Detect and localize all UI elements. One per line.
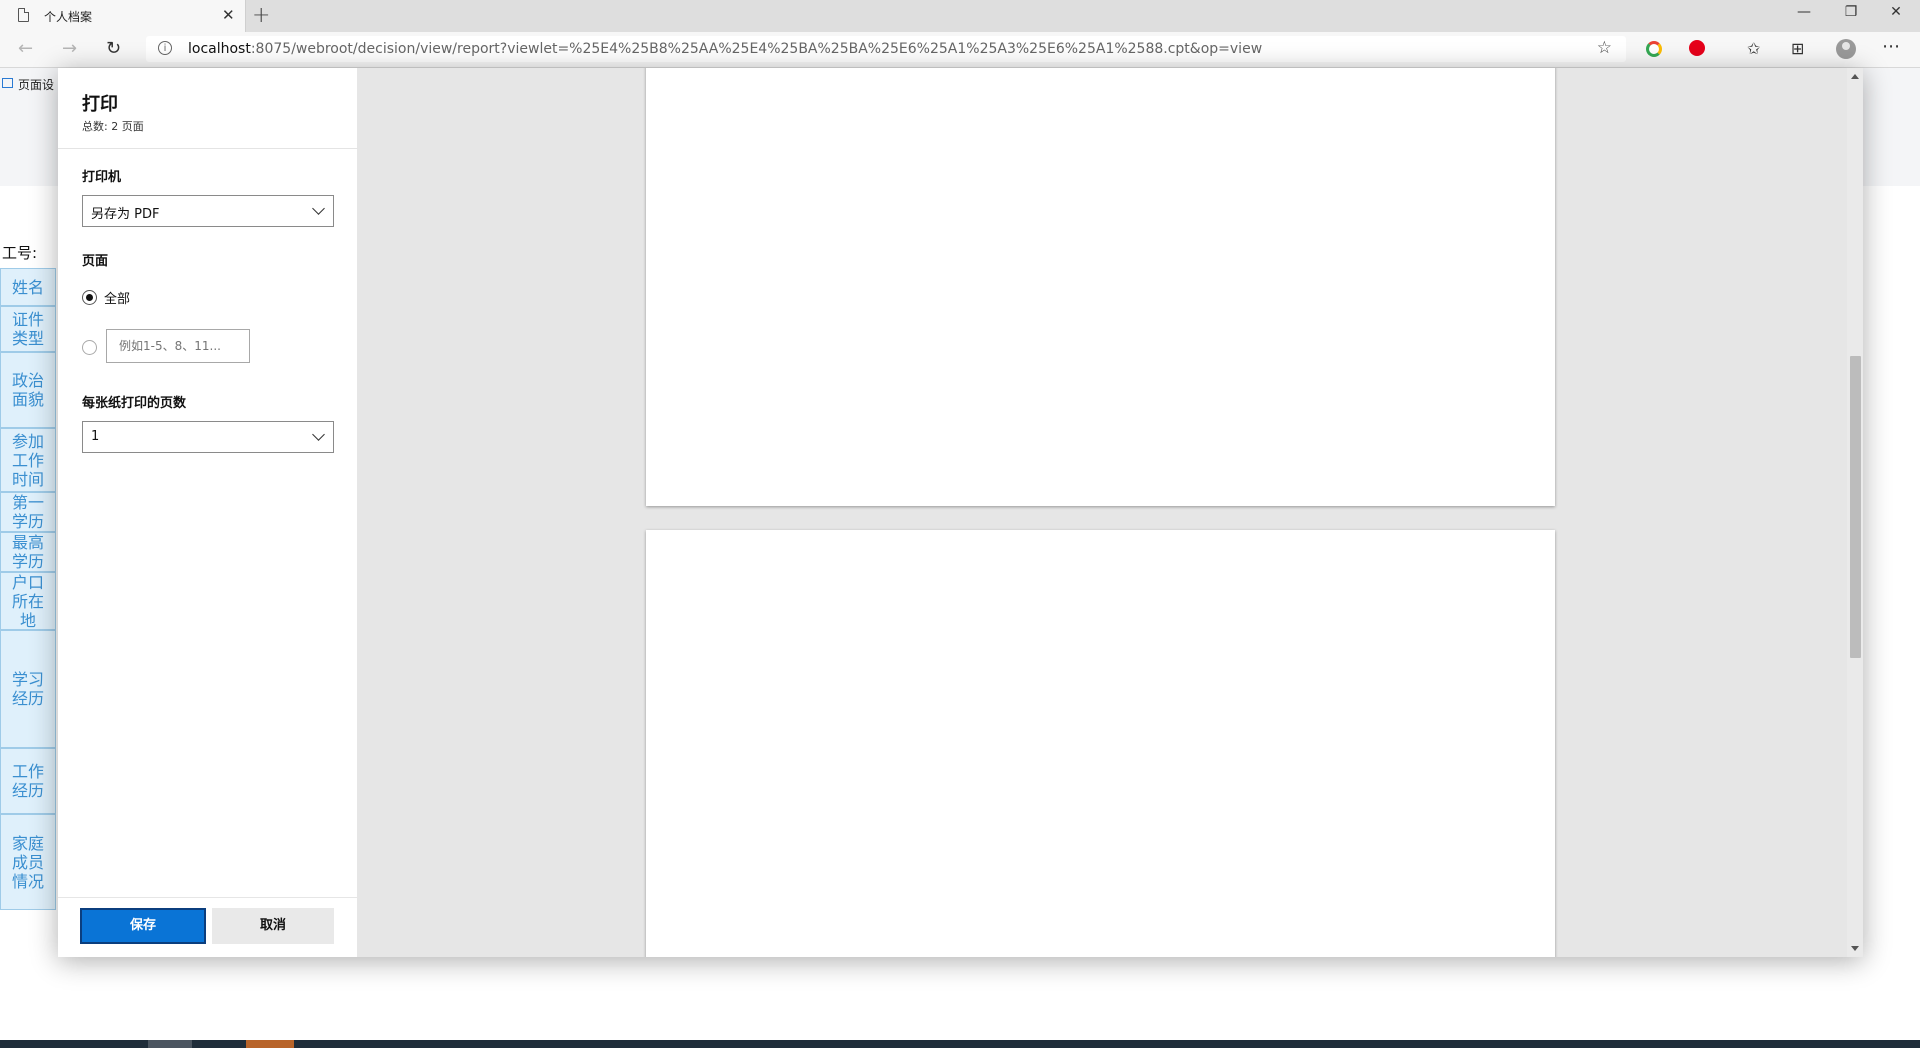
field-label-work-history: 工作经历 — [0, 748, 56, 814]
scroll-up-icon[interactable] — [1851, 74, 1859, 79]
save-button[interactable]: 保存 — [80, 908, 206, 944]
taskbar-item[interactable] — [148, 1040, 192, 1048]
field-label-household-location: 户口所在地 — [0, 572, 56, 630]
print-dialog: 打印 总数: 2 页面 打印机 另存为 PDF 页面 全部 每张纸打印的页数 1… — [58, 68, 1863, 957]
adblock-extension-icon[interactable] — [1689, 40, 1705, 56]
scroll-down-icon[interactable] — [1851, 946, 1859, 951]
chevron-down-icon — [312, 428, 325, 441]
minimize-icon[interactable]: — — [1784, 4, 1824, 20]
field-label-name: 姓名 — [0, 268, 56, 306]
favorites-list-icon[interactable]: ✩ — [1747, 39, 1760, 58]
scrollbar-thumb[interactable] — [1850, 356, 1861, 658]
pages-per-sheet-select[interactable]: 1 — [82, 421, 334, 453]
pages-per-sheet-label: 每张纸打印的页数 — [82, 396, 187, 411]
work-number-label: 工号: — [2, 244, 38, 262]
pages-all-label[interactable]: 全部 — [104, 288, 130, 307]
info-icon[interactable]: i — [158, 41, 172, 55]
field-label-highest-education: 最高学历 — [0, 532, 56, 572]
pages-label: 页面 — [82, 254, 109, 269]
page-setup-label[interactable]: 页面设 — [18, 76, 54, 93]
url-path: :8075/webroot/decision/view/report?viewl… — [250, 41, 1263, 57]
preview-page-2 — [646, 530, 1555, 957]
chevron-down-icon — [312, 202, 325, 215]
more-menu-icon[interactable]: ⋯ — [1882, 36, 1900, 57]
profile-avatar[interactable] — [1836, 39, 1856, 59]
print-title: 打印 — [82, 94, 118, 115]
printer-value: 另存为 PDF — [91, 207, 160, 222]
taskbar-item[interactable] — [246, 1040, 294, 1048]
collections-icon[interactable]: ⊞ — [1791, 39, 1804, 58]
window-close-icon[interactable]: ✕ — [1876, 4, 1916, 20]
restore-icon[interactable]: ❐ — [1831, 4, 1871, 20]
forward-icon[interactable]: → — [62, 38, 77, 59]
page-icon — [18, 8, 29, 22]
preview-page-1 — [646, 68, 1555, 506]
printer-select[interactable]: 另存为 PDF — [82, 195, 334, 227]
field-label-first-education: 第一学历 — [0, 492, 56, 532]
pages-range-radio[interactable] — [82, 340, 97, 355]
preview-scrollbar[interactable] — [1847, 68, 1863, 957]
field-label-id-type: 证件类型 — [0, 306, 56, 352]
field-label-political-status: 政治面貌 — [0, 352, 56, 428]
printer-label: 打印机 — [82, 170, 122, 185]
tab-title: 个人档案 — [44, 10, 93, 24]
chrome-extension-icon[interactable] — [1646, 41, 1662, 57]
field-label-work-start-date: 参加工作时间 — [0, 428, 56, 492]
favorite-star-icon[interactable]: ☆ — [1597, 38, 1612, 58]
pages-range-input[interactable] — [106, 329, 250, 363]
browser-tab[interactable]: 个人档案 ✕ — [0, 0, 246, 32]
url-host: localhost — [188, 41, 251, 57]
taskbar — [0, 1040, 1920, 1048]
tab-strip: 个人档案 ✕ + — ❐ ✕ — [0, 0, 1920, 32]
url-field[interactable]: i localhost:8075/webroot/decision/view/r… — [146, 36, 1626, 62]
address-bar: ← → ↻ i localhost:8075/webroot/decision/… — [0, 32, 1920, 68]
field-label-family-members: 家庭成员情况 — [0, 814, 56, 910]
print-preview — [358, 68, 1863, 957]
page-setup-icon[interactable] — [2, 78, 13, 88]
print-page-total: 总数: 2 页面 — [82, 120, 144, 133]
tab-close-icon[interactable]: ✕ — [222, 6, 235, 24]
divider — [58, 897, 358, 898]
print-settings-panel: 打印 总数: 2 页面 打印机 另存为 PDF 页面 全部 每张纸打印的页数 1… — [58, 68, 358, 957]
cancel-button[interactable]: 取消 — [212, 908, 334, 944]
pages-per-sheet-value: 1 — [91, 429, 100, 444]
reload-icon[interactable]: ↻ — [106, 38, 121, 59]
pages-all-radio[interactable] — [82, 290, 97, 305]
new-tab-icon[interactable]: + — [252, 3, 270, 28]
back-icon[interactable]: ← — [18, 38, 33, 59]
field-label-education-history: 学习经历 — [0, 630, 56, 748]
divider — [58, 148, 358, 149]
url-text[interactable]: localhost:8075/webroot/decision/view/rep… — [188, 41, 1262, 57]
